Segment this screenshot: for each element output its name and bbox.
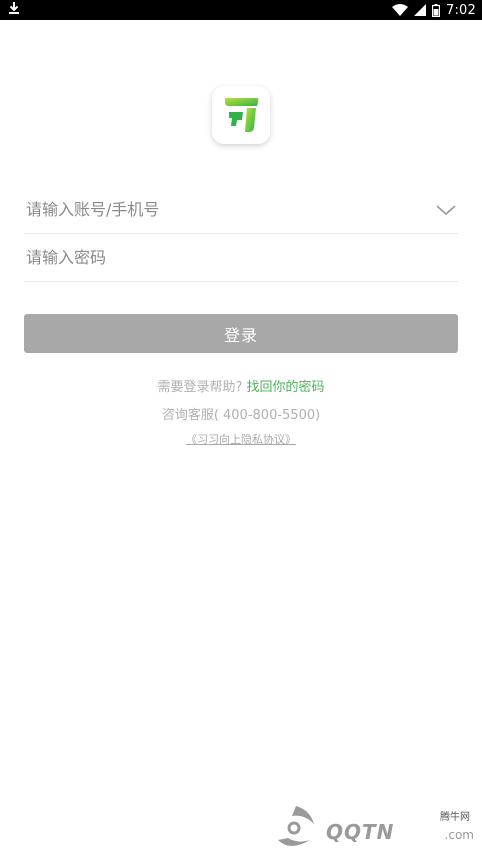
watermark-suffix: .com bbox=[444, 828, 474, 842]
help-prompt: 需要登录帮助? bbox=[157, 380, 243, 395]
chevron-down-icon[interactable] bbox=[436, 200, 456, 220]
status-bar: 7:02 bbox=[0, 0, 482, 20]
status-time: 7:02 bbox=[446, 2, 476, 18]
app-logo-icon bbox=[225, 98, 259, 132]
watermark-emblem-icon bbox=[278, 806, 314, 846]
password-field[interactable] bbox=[24, 234, 458, 282]
privacy-policy-link[interactable]: 《习习向上隐私协议》 bbox=[0, 431, 482, 447]
wifi-icon bbox=[392, 4, 408, 16]
customer-service-text[interactable]: 咨询客服( 400-800-5500) bbox=[0, 404, 482, 423]
account-field[interactable] bbox=[24, 186, 458, 234]
watermark-small-text: 腾牛网 bbox=[440, 812, 470, 823]
download-icon bbox=[8, 1, 20, 19]
login-help: 需要登录帮助? 找回你的密码 bbox=[0, 376, 482, 395]
find-password-link[interactable]: 找回你的密码 bbox=[247, 380, 325, 395]
signal-icon bbox=[414, 4, 426, 16]
battery-icon bbox=[432, 3, 440, 17]
password-input[interactable] bbox=[24, 248, 458, 267]
login-button[interactable]: 登录 bbox=[24, 314, 458, 353]
app-logo bbox=[212, 86, 270, 144]
account-input[interactable] bbox=[24, 200, 458, 219]
watermark-text: QQTN bbox=[326, 820, 395, 844]
watermark-logo: QQTN 腾牛网 .com bbox=[270, 800, 476, 852]
